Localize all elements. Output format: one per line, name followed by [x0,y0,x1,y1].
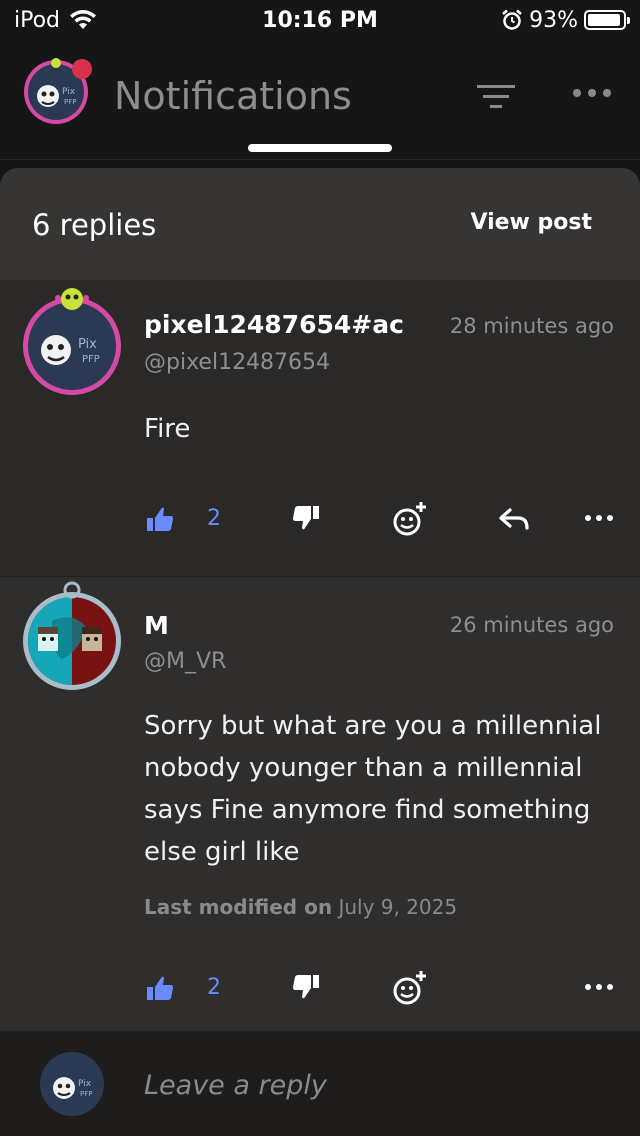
add-reaction-icon[interactable] [392,498,428,538]
comment-more-icon[interactable] [584,498,614,538]
reply-bar: Pix PFP [0,1032,640,1136]
view-post-button[interactable]: View post [470,210,592,235]
page-title: Notifications [114,74,352,118]
battery-percent: 93% [529,7,578,33]
user-avatar[interactable]: Pix PFP [22,286,122,396]
likes-count: 2 [207,974,221,1000]
comment-actions: 2 [0,498,640,538]
reply-icon[interactable] [498,498,530,538]
thumbs-up-icon[interactable] [146,967,174,1007]
modified-date: July 9, 2025 [338,895,458,919]
author-handle[interactable]: @M_VR [144,649,226,674]
modified-label: Last modified on [144,895,333,919]
more-options-icon[interactable] [570,86,614,100]
status-time: 10:16 PM [262,7,378,33]
replies-sheet: 6 replies View post Pix PFP pixel1248765… [0,168,640,1136]
comment-actions: 2 [0,967,640,1007]
my-avatar[interactable]: Pix PFP [40,1052,104,1116]
comment-more-icon[interactable] [584,967,614,1007]
svg-text:Pix: Pix [62,87,76,97]
comment-body: Sorry but what are you a millennial nobo… [144,711,602,867]
reply-input[interactable] [144,1062,604,1108]
comment-time: 28 minutes ago [449,314,614,338]
notifications-header: Pix PFP Notifications [0,40,640,160]
comment-item: M 26 minutes ago @M_VR Sorry but what ar… [0,577,640,1032]
filter-icon[interactable] [476,82,516,112]
thumbs-down-icon[interactable] [292,498,320,538]
add-reaction-icon[interactable] [392,967,428,1007]
author-name[interactable]: pixel12487654#ac [144,310,404,339]
carrier-label: iPod [14,7,61,33]
user-avatar[interactable] [22,581,122,691]
svg-text:PFP: PFP [64,98,76,106]
svg-text:PFP: PFP [82,354,100,365]
notification-dot [72,59,92,79]
last-modified: Last modified on July 9, 2025 [144,895,457,919]
author-name[interactable]: M [144,611,169,640]
comment-item: Pix PFP pixel12487654#ac 28 minutes ago … [0,280,640,577]
comment-time: 26 minutes ago [449,613,614,637]
drag-handle[interactable] [248,144,392,152]
svg-text:Pix: Pix [78,337,97,352]
author-handle[interactable]: @pixel12487654 [144,350,330,375]
battery-icon [584,10,630,30]
likes-count: 2 [207,505,221,531]
thumbs-up-icon[interactable] [146,498,174,538]
battery-level [588,14,620,26]
replies-count: 6 replies [32,208,157,242]
wifi-icon [70,10,97,29]
comment-body: Fire [144,414,191,444]
status-bar: iPod 10:16 PM 93% [0,0,640,40]
alarm-icon [502,9,522,30]
sheet-header: 6 replies View post [0,168,640,280]
thumbs-down-icon[interactable] [292,967,320,1007]
svg-text:Pix: Pix [78,1079,92,1089]
svg-text:PFP: PFP [80,1090,92,1098]
